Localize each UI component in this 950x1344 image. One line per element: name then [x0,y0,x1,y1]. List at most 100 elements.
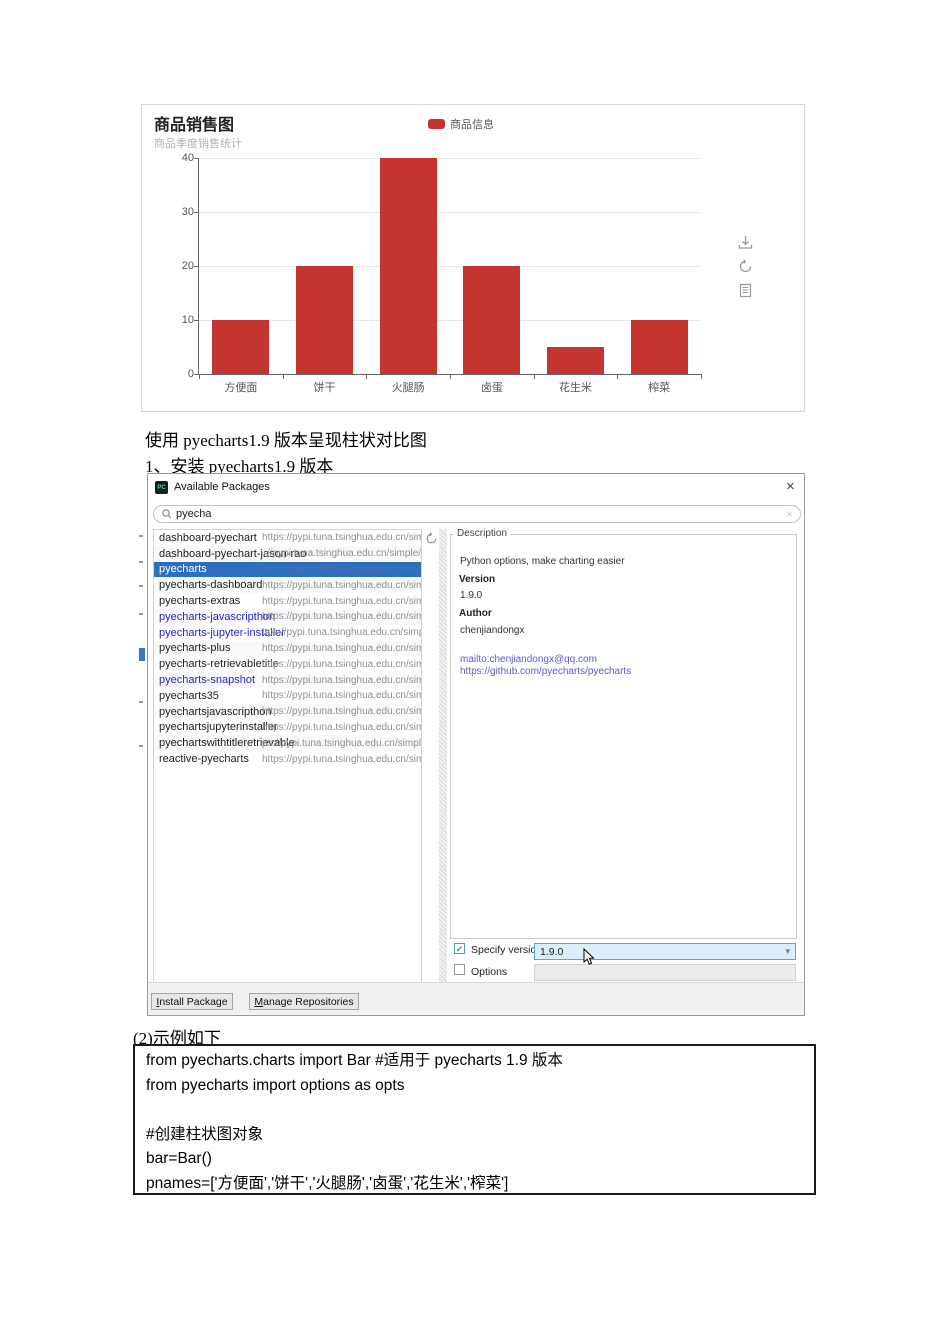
package-row[interactable]: pyecharts-extras https://pypi.tuna.tsingh… [154,593,421,609]
pycharm-icon: PC [155,481,168,494]
manage-repositories-label: Manage Repositories [254,995,354,1008]
package-row[interactable]: dashboard-pyechart https://pypi.tuna.tsin… [154,530,421,546]
package-name: reactive-pyecharts [159,753,249,766]
package-name: pyecharts-plus [159,642,231,655]
package-name: pyecharts-snapshot [159,674,255,687]
chart-toolbox [738,235,753,298]
description-panel [450,534,797,939]
package-repo-url: https://pypi.tuna.tsinghua.edu.cn/simple… [262,674,421,686]
code-line: from pyecharts.charts import Bar #适用于 py… [146,1052,563,1069]
package-row[interactable]: pyecharts-javascripthon https://pypi.tuna… [154,608,421,625]
author-label: Author [459,608,492,619]
search-input[interactable]: pyecha × [153,505,801,523]
package-row[interactable]: pyecharts35 https://pypi.tuna.tsinghua.ed… [154,688,421,704]
package-row[interactable]: pyecharts-dashboard https://pypi.tuna.tsi… [154,577,421,594]
x-axis-tick [199,374,200,379]
edge-blue-mark [139,648,145,661]
y-axis-tick [194,158,199,159]
bar-plot-area: 0 10 20 30 40 方便面 饼干 火腿肠 卤蛋 花生米 榨菜 [182,152,702,394]
options-input[interactable] [534,964,796,981]
install-package-button[interactable]: Install Package [151,993,233,1010]
package-repo-url: https://pypi.tuna.tsinghua.edu.cn/simple… [262,611,421,623]
search-value: pyecha [176,508,212,520]
package-repo-url: https://pypi.tuna.tsinghua.edu.cn/simple… [262,721,421,733]
package-name: pyechartsjavascripthon [159,705,272,718]
code-line: #创建柱状图对象 [146,1125,264,1143]
package-row[interactable]: pyechartsjupyterinstaller https://pypi.tu… [154,720,421,736]
y-axis-tick [194,212,199,213]
data-view-icon[interactable] [738,283,753,298]
x-axis-label: 饼干 [313,382,336,394]
bar-饼干 [296,266,353,374]
package-name: dashboard-pyechart-jason-rao [159,547,307,560]
package-row[interactable]: pyecharts https://pypi.tuna.tsinghua.edu.… [154,561,421,578]
reload-packages-icon[interactable] [425,532,438,545]
code-block: from pyecharts.charts import Bar #适用于 py… [133,1044,816,1195]
author-value: chenjiandongx [460,625,525,636]
paragraph-usage: 使用 pyecharts1.9 版本呈现柱状对比图 [145,431,427,450]
pane-splitter[interactable] [439,529,447,986]
specify-version-label: Specify version [471,944,543,956]
package-list: dashboard-pyechart https://pypi.tuna.tsin… [153,529,422,986]
author-mailto-link[interactable]: mailto:chenjiandongx@qq.com [460,654,597,665]
x-axis-label: 花生米 [559,382,592,394]
clear-search-icon[interactable]: × [786,507,793,521]
gridline [199,212,701,213]
dialog-titlebar[interactable]: PC Available Packages × [148,474,804,501]
legend-marker [428,119,445,129]
package-row[interactable]: pyechartswithtitleretrievable ps://pypi.t… [154,735,421,752]
screenshot-edge-strip [139,473,146,1016]
package-repo-url: https://pypi.tuna.tsinghua.edu.cn/simple… [262,706,421,718]
package-name: pyecharts-javascripthon [159,610,276,623]
package-row[interactable]: dashboard-pyechart-jason-rao//pypi.tuna.… [154,545,421,562]
package-name: pyecharts-extras [159,595,241,608]
manage-repositories-button[interactable]: Manage Repositories [249,993,359,1010]
version-label: Version [459,574,496,585]
y-axis-label: 20 [181,260,194,272]
specify-version-checkbox[interactable]: ✓ [454,943,465,954]
y-axis-label: 40 [181,152,194,164]
code-line: from pyecharts import options as opts [146,1076,405,1094]
close-icon[interactable]: × [786,478,795,496]
install-package-label: Install Package [156,995,228,1008]
package-row[interactable]: pyecharts-jupyter-installer ttps://pypi.t… [154,625,421,641]
project-github-link[interactable]: https://github.com/pyecharts/pyecharts [460,666,631,677]
package-repo-url: https://pypi.tuna.tsinghua.edu.cn/simple… [262,532,421,544]
package-name: pyecharts-dashboard [159,579,263,592]
gridline [199,320,701,321]
bar-方便面 [212,320,270,374]
y-axis-label: 10 [181,314,194,326]
y-axis-tick [194,266,199,267]
package-repo-url: //pypi.tuna.tsinghua.edu.cn/simple/ [267,548,421,560]
package-repo-url: ttps://pypi.tuna.tsinghua.edu.cn/simple/ [262,627,421,639]
package-name: pyecharts-retrievabletitle [159,658,279,671]
package-repo-url: https://pypi.tuna.tsinghua.edu.cn/simple… [262,563,421,575]
package-row[interactable]: pyecharts-retrievabletitle https://pypi.t… [154,656,421,672]
bar-卤蛋 [463,266,521,374]
package-row[interactable]: pyecharts-snapshot https://pypi.tuna.tsin… [154,672,421,688]
legend-item[interactable]: 商品信息 [428,116,494,132]
version-value: 1.9.0 [460,590,483,601]
save-image-icon[interactable] [738,235,753,250]
legend-label: 商品信息 [450,119,494,131]
package-row[interactable]: reactive-pyecharts https://pypi.tuna.tsin… [154,751,421,767]
package-repo-url: https://pypi.tuna.tsinghua.edu.cn/simple… [262,579,421,591]
package-name: pyecharts35 [159,689,219,702]
available-packages-dialog: PC Available Packages × pyecha × dashboa… [147,473,805,1016]
y-axis-tick [194,320,199,321]
chart-title: 商品销售图 [154,117,235,134]
version-select[interactable]: 1.9.0 ▾ [534,943,796,960]
package-row[interactable]: pyechartsjavascripthon https://pypi.tuna.… [154,703,421,720]
bar-榨菜 [630,320,688,374]
package-name: pyechartsjupyterinstaller [159,721,278,734]
chevron-down-icon: ▾ [785,946,790,956]
package-name: pyechartswithtitleretrievable [159,737,295,750]
refresh-icon[interactable] [738,259,753,274]
options-checkbox[interactable] [454,964,465,975]
package-repo-url: ps://pypi.tuna.tsinghua.edu.cn/simple/ [262,737,421,749]
package-row[interactable]: pyecharts-plus https://pypi.tuna.tsinghua… [154,640,421,657]
x-axis-label: 方便面 [224,382,258,394]
y-axis-label: 30 [181,206,194,218]
code-line: bar=Bar() [146,1150,212,1167]
